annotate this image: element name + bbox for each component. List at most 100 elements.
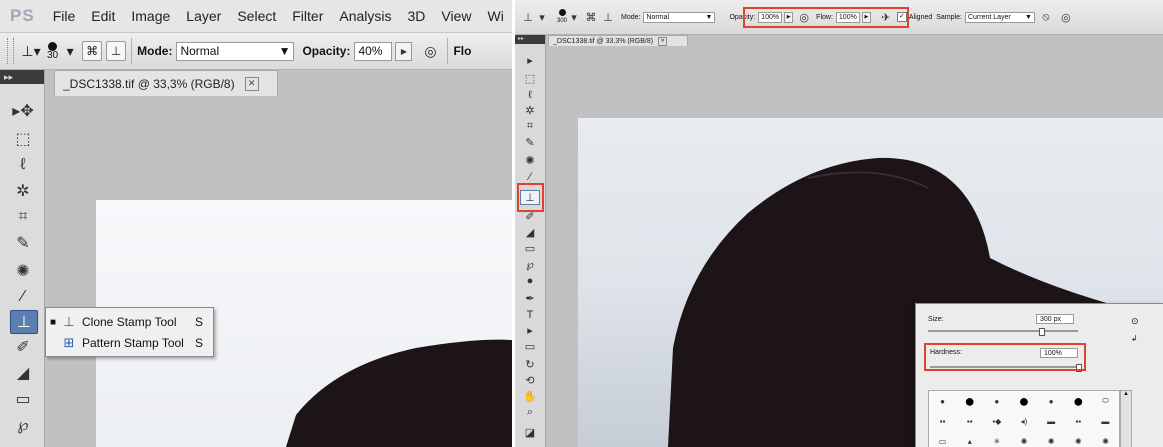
clone-stamp-preset-icon[interactable]: ⊥ [521, 10, 535, 24]
history-brush-tool-icon[interactable]: ✐ [10, 336, 36, 358]
brush-preset[interactable]: ◂) [1021, 417, 1028, 426]
eyedropper-tool-icon[interactable]: ✎ [520, 135, 540, 150]
document-tab[interactable]: _DSC1338.tif @ 33,3% (RGB/8) ✕ [548, 35, 688, 46]
clone-source-icon[interactable]: ⊥ [106, 41, 127, 61]
clone-stamp-preset-icon[interactable]: ⊥▾ [19, 39, 43, 63]
brush-preset[interactable]: ▬ [1101, 417, 1109, 426]
panel-menu-icon[interactable]: ⊙ [1131, 316, 1139, 327]
menu-window[interactable]: Wi [488, 8, 504, 24]
healing-brush-tool-icon[interactable]: ✺ [520, 153, 540, 168]
size-input[interactable]: 300 px [1036, 314, 1074, 324]
menu-analysis[interactable]: Analysis [339, 8, 391, 24]
brush-preset[interactable]: ▪▪ [940, 417, 946, 426]
3d-orbit-tool-icon[interactable]: ⟲ [520, 373, 540, 388]
move-tool-icon[interactable]: ▸✥ [10, 100, 36, 122]
flyout-item-clone-stamp[interactable]: ■ ⊥ Clone Stamp Tool S [46, 311, 213, 333]
shape-tool-icon[interactable]: ▭ [520, 339, 540, 354]
menu-filter[interactable]: Filter [292, 8, 323, 24]
brush-preset[interactable]: ✺ [1048, 437, 1055, 446]
brush-preset[interactable]: ✺ [1021, 437, 1028, 446]
brush-preset[interactable]: ● [940, 397, 945, 406]
lasso-tool-icon[interactable]: ℓ [10, 154, 36, 176]
close-icon[interactable]: ✕ [658, 36, 668, 46]
brush-preset[interactable]: ✺ [1075, 437, 1082, 446]
hand-tool-icon[interactable]: ✋ [520, 389, 540, 404]
tools-panel-header[interactable]: ▸▸ [0, 70, 44, 84]
clone-source-icon[interactable]: ⊥ [601, 10, 615, 24]
clone-stamp-tool-icon[interactable]: ⊥ [10, 310, 38, 334]
magic-wand-tool-icon[interactable]: ✲ [10, 180, 36, 202]
ignore-adjustment-layers-icon[interactable]: ⦸ [1039, 10, 1053, 24]
dodge-tool-icon[interactable]: ● [520, 273, 540, 288]
eraser-tool-icon[interactable]: ◢ [520, 225, 540, 240]
pressure-size-icon[interactable]: ◎ [1059, 10, 1073, 24]
size-slider-thumb[interactable] [1039, 328, 1045, 336]
menu-view[interactable]: View [441, 8, 471, 24]
brush-preset-picker[interactable]: 30 [47, 41, 58, 61]
document-title: _DSC1338.tif @ 33,3% (RGB/8) [553, 37, 654, 45]
gradient-tool-icon[interactable]: ▭ [10, 388, 36, 410]
pressure-opacity-icon[interactable]: ◎ [418, 39, 442, 63]
menu-select[interactable]: Select [237, 8, 276, 24]
brush-dropdown-icon[interactable]: ▾ [58, 39, 82, 63]
brush-preset[interactable]: ▪▪ [1075, 417, 1081, 426]
crop-tool-icon[interactable]: ⌗ [10, 206, 36, 228]
brush-preset[interactable]: ● [994, 397, 999, 406]
brush-preset-picker[interactable]: 300 [557, 8, 567, 26]
brush-tool-icon[interactable]: ∕ [520, 169, 540, 184]
blur-tool-icon[interactable]: ℘ [520, 257, 540, 272]
eraser-tool-icon[interactable]: ◢ [10, 362, 36, 384]
brush-preset[interactable]: ▬ [1047, 417, 1055, 426]
type-tool-icon[interactable]: T [520, 307, 540, 322]
opacity-input[interactable]: 40% [354, 41, 393, 61]
3d-rotate-tool-icon[interactable]: ↻ [520, 357, 540, 372]
marquee-tool-icon[interactable]: ⬚ [520, 71, 540, 86]
brush-preset[interactable]: ✳ [994, 437, 1001, 446]
chevron-down-icon[interactable]: ▾ [535, 10, 549, 24]
mode-select[interactable]: Normal ▼ [176, 41, 295, 61]
brush-preset[interactable]: ⬭ [1102, 396, 1109, 406]
size-slider-track[interactable] [928, 330, 1078, 332]
tools-panel-header[interactable]: ▸▸ [515, 35, 545, 44]
opacity-slider-button[interactable]: ▶ [395, 41, 413, 61]
brush-preset[interactable]: ▴ [968, 437, 972, 446]
move-tool-icon[interactable]: ▸ [520, 53, 540, 68]
document-tab[interactable]: _DSC1338.tif @ 33,3% (RGB/8) ✕ [54, 70, 278, 96]
blur-tool-icon[interactable]: ℘ [10, 414, 36, 436]
brush-preset[interactable]: ● [964, 391, 975, 412]
menu-layer[interactable]: Layer [186, 8, 221, 24]
brush-preset[interactable]: ▪◆ [992, 417, 1001, 426]
sample-select[interactable]: Current Layer ▼ [964, 11, 1035, 23]
mode-select[interactable]: Normal ▼ [643, 11, 716, 23]
brush-preset[interactable]: ▭ [939, 437, 947, 446]
path-selection-tool-icon[interactable]: ▸ [520, 323, 540, 338]
brush-panel-icon[interactable]: ⌘ [584, 10, 598, 24]
presets-scrollbar[interactable]: ▲ [1120, 390, 1132, 447]
healing-brush-tool-icon[interactable]: ✺ [10, 260, 36, 282]
pen-tool-icon[interactable]: ✒ [520, 291, 540, 306]
eyedropper-tool-icon[interactable]: ✎ [10, 232, 36, 254]
menu-3d[interactable]: 3D [408, 8, 426, 24]
gradient-tool-icon[interactable]: ▭ [520, 241, 540, 256]
flyout-item-pattern-stamp[interactable]: ⊞ Pattern Stamp Tool S [46, 332, 213, 354]
crop-tool-icon[interactable]: ⌗ [520, 119, 540, 134]
menu-file[interactable]: File [53, 8, 76, 24]
magic-wand-tool-icon[interactable]: ✲ [520, 103, 540, 118]
color-swatches-icon[interactable]: ◪ [520, 425, 540, 440]
close-icon[interactable]: ✕ [244, 76, 259, 91]
brush-dropdown-icon[interactable]: ▾ [567, 10, 581, 24]
marquee-tool-icon[interactable]: ⬚ [10, 128, 36, 150]
brush-preset[interactable]: ● [1073, 391, 1084, 412]
menu-edit[interactable]: Edit [91, 8, 115, 24]
brush-preset[interactable]: ● [1049, 397, 1054, 406]
lasso-tool-icon[interactable]: ℓ [520, 87, 540, 102]
brush-preset[interactable]: ▪▪ [967, 417, 973, 426]
menu-image[interactable]: Image [131, 8, 170, 24]
zoom-tool-icon[interactable]: ⌕ [520, 405, 540, 420]
new-preset-icon[interactable]: ↲ [1131, 334, 1138, 343]
brush-preset[interactable]: ● [1019, 391, 1030, 412]
brush-preset[interactable]: ✺ [1102, 437, 1109, 446]
brush-tool-icon[interactable]: ∕ [10, 286, 36, 308]
brush-panel-icon[interactable]: ⌘ [82, 41, 103, 61]
options-grip[interactable] [7, 38, 14, 64]
